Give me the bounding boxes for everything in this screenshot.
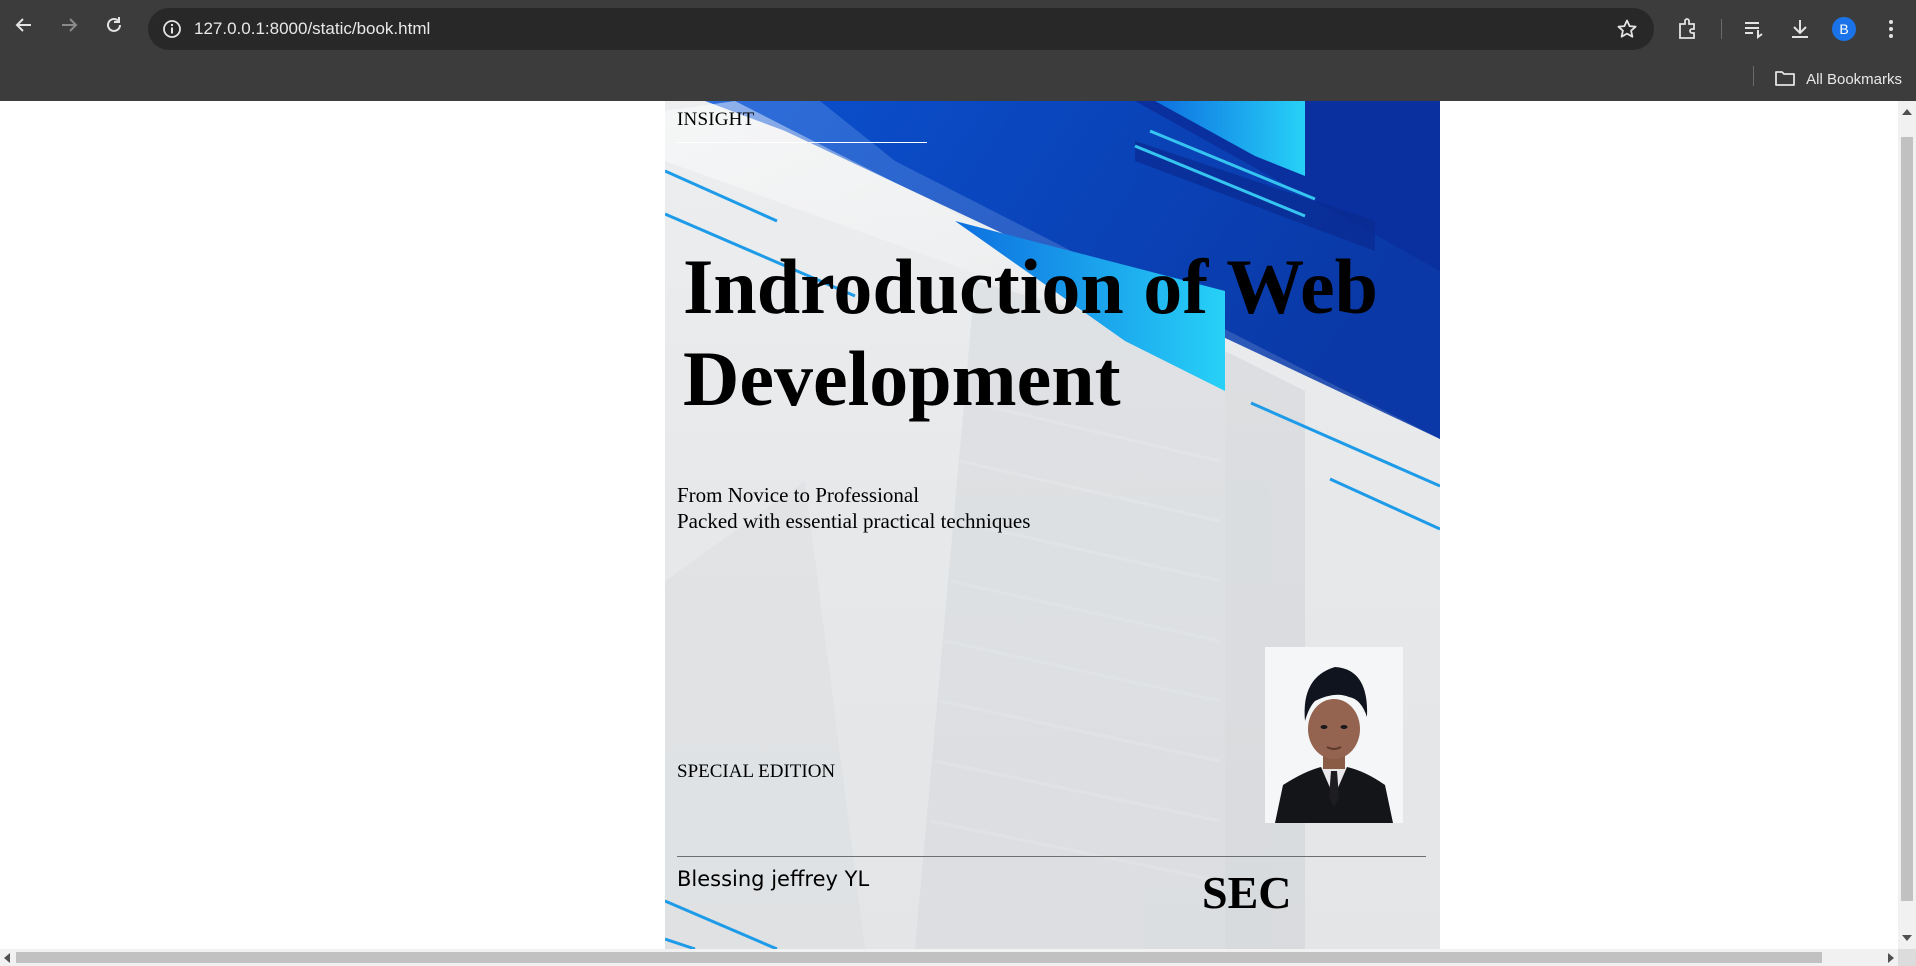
horizontal-scrollbar[interactable] (0, 949, 1898, 966)
vertical-scrollbar[interactable] (1898, 101, 1916, 949)
bottom-divider (677, 856, 1426, 857)
scroll-up-icon[interactable] (1902, 109, 1912, 115)
extensions-icon[interactable] (1675, 16, 1701, 42)
all-bookmarks-button[interactable]: All Bookmarks (1774, 58, 1902, 101)
author-name: Blessing jeffrey YL (677, 867, 870, 891)
scroll-down-icon[interactable] (1902, 935, 1912, 941)
scrollbar-corner (1898, 949, 1916, 966)
subtitle-line-1: From Novice to Professional (677, 483, 920, 507)
site-info-icon[interactable] (162, 19, 182, 39)
title-line-1: Indroduction of Web (683, 243, 1378, 330)
book-cover: INSIGHT Indroduction of Web Development … (665, 101, 1440, 949)
book-subtitle: From Novice to Professional Packed with … (677, 482, 1030, 534)
kebab-menu-icon[interactable] (1878, 16, 1904, 42)
publisher-logo-text: SEC (1202, 867, 1292, 918)
profile-avatar[interactable]: B (1832, 17, 1856, 41)
title-line-2: Development (683, 335, 1121, 422)
toolbar-divider (1721, 19, 1722, 39)
author-photo (1265, 647, 1403, 823)
download-icon[interactable] (1787, 16, 1813, 42)
page-viewport: INSIGHT Indroduction of Web Development … (0, 101, 1898, 949)
reload-icon[interactable] (103, 14, 125, 36)
bookmarks-bar: All Bookmarks (0, 58, 1916, 101)
bookmarks-divider (1753, 66, 1754, 86)
series-underline (677, 142, 927, 143)
series-label: INSIGHT (677, 109, 755, 130)
bookmark-star-icon[interactable] (1616, 18, 1638, 40)
vertical-scroll-thumb[interactable] (1901, 137, 1913, 901)
book-title: Indroduction of Web Development (683, 241, 1440, 425)
browser-toolbar: 127.0.0.1:8000/static/book.html B (0, 0, 1916, 58)
back-icon[interactable] (13, 14, 35, 36)
scroll-right-icon[interactable] (1888, 953, 1894, 963)
edition-label: SPECIAL EDITION (677, 761, 836, 782)
scroll-left-icon[interactable] (4, 953, 10, 963)
folder-icon (1774, 69, 1796, 91)
subtitle-line-2: Packed with essential practical techniqu… (677, 509, 1031, 533)
forward-icon[interactable] (58, 14, 80, 36)
address-bar[interactable]: 127.0.0.1:8000/static/book.html (148, 8, 1654, 50)
all-bookmarks-label: All Bookmarks (1806, 71, 1902, 88)
reading-list-icon[interactable] (1741, 16, 1767, 42)
horizontal-scroll-thumb[interactable] (16, 952, 1822, 963)
url-text: 127.0.0.1:8000/static/book.html (194, 19, 431, 38)
